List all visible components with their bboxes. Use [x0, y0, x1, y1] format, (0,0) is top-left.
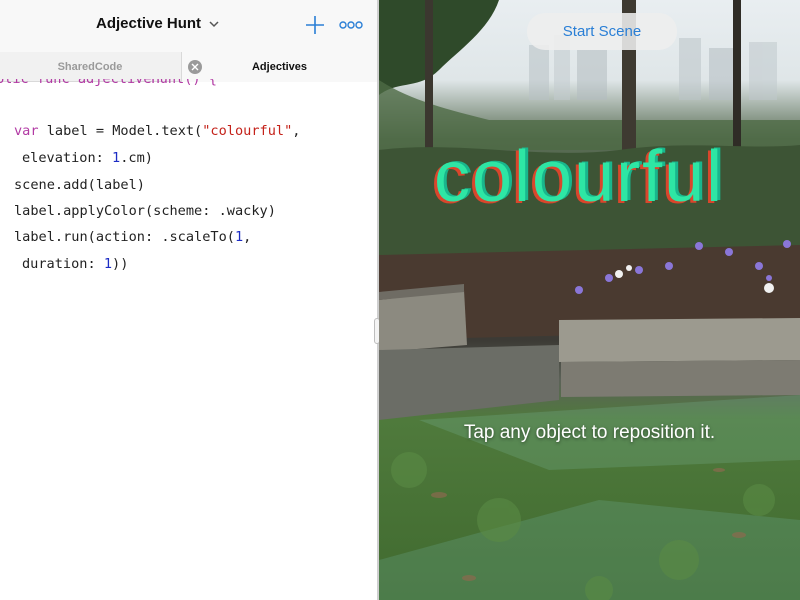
editor-nav-bar: Adjective Hunt [0, 0, 377, 52]
chevron-down-icon [209, 21, 219, 28]
playground-title-menu[interactable]: Adjective Hunt [96, 15, 221, 32]
start-scene-button[interactable]: Start Scene [527, 13, 677, 50]
code-line: label.applyColor(scheme: .wacky) [14, 203, 276, 219]
code-line: label.run(action: .scaleTo(1, [14, 229, 252, 245]
code-line: scene.add(label) [14, 177, 145, 193]
ellipsis-icon[interactable] [338, 15, 364, 35]
code-line: duration: 1)) [22, 256, 129, 272]
tab-sharedcode[interactable]: SharedCode [0, 52, 180, 82]
playground-title: Adjective Hunt [96, 15, 202, 32]
ar-text-label[interactable]: colourful [434, 136, 724, 218]
close-circle-icon[interactable] [188, 60, 202, 74]
code-line: var label = Model.text("colourful", [14, 123, 301, 139]
tab-adjectives[interactable]: Adjectives [181, 52, 377, 82]
camera-feed-background [379, 0, 800, 600]
code-editor-pane: Adjective Hunt SharedCode Adjectives bli… [0, 0, 377, 600]
instruction-hint: Tap any object to reposition it. [463, 422, 716, 443]
ar-scene-view[interactable]: Start Scene colourful Tap any object to … [379, 0, 800, 600]
plus-icon[interactable] [303, 13, 327, 37]
code-line: elevation: 1.cm) [22, 150, 153, 166]
